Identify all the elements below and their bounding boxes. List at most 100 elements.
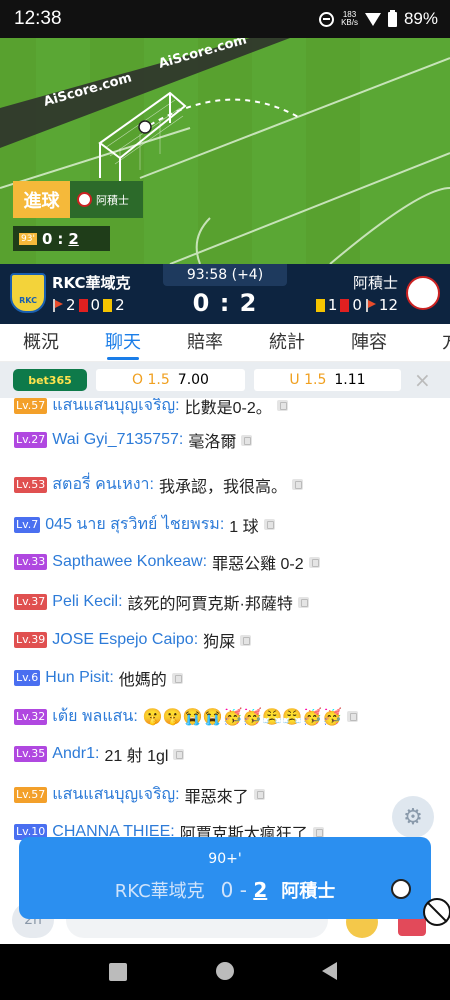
recent-apps-icon[interactable]: [109, 963, 127, 981]
user-level-badge: Lv.57: [14, 398, 48, 414]
tab-overview[interactable]: 概況: [0, 324, 82, 361]
report-icon[interactable]: [171, 672, 183, 684]
username-separator: :: [118, 593, 123, 610]
away-team-logo[interactable]: [406, 276, 440, 310]
user-level-badge: Lv.27: [14, 432, 48, 448]
toast-dash: -: [239, 878, 247, 902]
home-team-logo[interactable]: RKC: [10, 273, 46, 313]
chat-message[interactable]: Lv.57 แสนแสนบุญเจริญ: 比數是0-2。: [14, 398, 288, 418]
battery-percent: 89%: [403, 9, 438, 28]
chat-text: 比數是0-2。: [184, 399, 272, 417]
user-level-badge: Lv.35: [14, 746, 48, 762]
goal-team: 阿積士: [70, 181, 143, 218]
username-separator: :: [178, 431, 184, 448]
report-icon[interactable]: [173, 748, 185, 760]
toast-score-row: RKC華域克 0 - 2 阿積士: [19, 877, 431, 903]
corner-flag-icon: [365, 298, 376, 312]
chat-username[interactable]: Andr1: [52, 745, 95, 763]
chat-username[interactable]: เต้ย พลแสน: [52, 704, 133, 729]
chat-username[interactable]: JOSE Espejo Caipo: [52, 631, 193, 649]
tab-stats[interactable]: 統計: [246, 324, 328, 361]
chat-username[interactable]: 045 นาย สุรวิทย์ ไชยพรม: [45, 512, 220, 537]
chat-settings-button[interactable]: ⚙: [392, 796, 434, 838]
chat-text: 1 球: [229, 518, 259, 536]
over-odds[interactable]: O 1.5 7.00: [96, 369, 245, 391]
yellow-card-icon: [315, 298, 325, 312]
tab-odds[interactable]: 賠率: [164, 324, 246, 361]
back-icon[interactable]: [322, 962, 337, 980]
home-logo-text: RKC: [19, 296, 37, 305]
report-icon[interactable]: [312, 826, 324, 838]
under-label: U 1.5: [289, 372, 327, 388]
chat-username[interactable]: แสนแสนบุญเจริญ: [52, 398, 175, 418]
chat-message[interactable]: Lv.33 Sapthawee Konkeaw: 罪惡公雞 0-2: [14, 550, 320, 574]
report-icon[interactable]: [308, 556, 320, 568]
user-level-badge: Lv.6: [14, 670, 41, 686]
goal-event-tag: 進球 阿積士: [13, 181, 143, 218]
chat-username[interactable]: Wai Gyi_7135757: [52, 431, 179, 449]
chat-message[interactable]: Lv.32 เต้ย พลแสน: 🤫🤫😭😭🥳🥳😤😤🥳🥳: [14, 704, 358, 729]
close-odds-icon[interactable]: ×: [414, 368, 431, 392]
username-separator: :: [149, 475, 154, 493]
report-icon[interactable]: [276, 400, 288, 411]
chat-message[interactable]: Lv.7 045 นาย สุรวิทย์ ไชยพรม:1 球: [14, 512, 275, 537]
chat-message[interactable]: Lv.39 JOSE Espejo Caipo: 狗屎: [14, 628, 252, 652]
chat-username[interactable]: แสนแสนบุญเจริญ: [52, 782, 175, 807]
status-time: 12:38: [14, 8, 62, 29]
tab-lineup[interactable]: 陣容: [328, 324, 410, 361]
tab-chat[interactable]: 聊天: [82, 324, 164, 361]
status-icons: 183 KB/s 89%: [319, 9, 438, 29]
report-icon[interactable]: [241, 434, 253, 446]
goal-team-name: 阿積士: [96, 193, 129, 207]
battery-icon: [387, 9, 397, 27]
report-icon[interactable]: [292, 479, 304, 490]
over-label: O 1.5: [132, 372, 170, 388]
away-corners: 12: [378, 296, 398, 314]
report-icon[interactable]: [253, 789, 265, 800]
home-corners: 2: [66, 296, 76, 314]
chat-message[interactable]: Lv.53 สตอรี่ คนเหงา: 我承認，我很高。: [14, 472, 304, 497]
match-tabs: 概況 聊天 賠率 統計 陣容 方: [0, 324, 450, 362]
report-icon[interactable]: [240, 634, 252, 646]
bookmaker-badge[interactable]: bet365: [13, 369, 87, 391]
report-icon[interactable]: [263, 519, 275, 530]
match-score: 0 : 2: [192, 289, 258, 317]
away-team-name[interactable]: 阿積士: [353, 272, 398, 293]
home-icon[interactable]: [216, 962, 234, 980]
chat-list[interactable]: Lv.57 แสนแสนบุญเจริญ: 比數是0-2。 Lv.27 Wai Gyi_…: [0, 398, 450, 848]
toast-away-team: 阿積士: [281, 881, 336, 902]
chat-message[interactable]: Lv.57 แสนแสนบุญเจริญ: 罪惡來了: [14, 782, 265, 807]
away-team-stats: 1 0 12: [315, 296, 398, 314]
chat-message[interactable]: Lv.35 Andr1:21 射 1gl: [14, 742, 185, 766]
chat-message[interactable]: Lv.6 Hun Pisit: 他媽的: [14, 666, 183, 690]
chat-username[interactable]: Peli Kecil: [52, 593, 118, 611]
mini-home-goals: 0: [41, 229, 53, 248]
match-animation[interactable]: AiScore.com AiScore.com 進球 阿積士 93' 0: 2: [0, 38, 450, 264]
report-icon[interactable]: [347, 711, 358, 722]
score-header: RKC RKC華域克 2 0 2 93:58 (+4) 0 : 2 阿積士 1 …: [0, 264, 450, 324]
football-icon: [391, 879, 411, 899]
home-team-name[interactable]: RKC華域克: [52, 272, 131, 293]
username-separator: :: [175, 398, 180, 414]
tab-more[interactable]: 方: [410, 324, 450, 361]
mute-icon[interactable]: [423, 898, 450, 926]
toast-home-goals: 0: [220, 878, 234, 902]
home-red-cards: 0: [90, 296, 101, 314]
mini-score-sep: :: [57, 229, 64, 248]
chat-text: 毫洛爾: [188, 434, 237, 451]
chat-username[interactable]: Hun Pisit: [45, 669, 109, 687]
user-level-badge: Lv.33: [14, 554, 48, 570]
user-level-badge: Lv.7: [14, 516, 41, 533]
system-nav-bar: [0, 944, 450, 1000]
chat-username[interactable]: Sapthawee Konkeaw: [52, 553, 202, 571]
username-separator: :: [175, 785, 180, 803]
home-yellow-cards: 2: [115, 296, 125, 314]
goal-toast[interactable]: 90+' RKC華域克 0 - 2 阿積士: [19, 837, 431, 919]
report-icon[interactable]: [297, 596, 309, 608]
chat-message[interactable]: Lv.37 Peli Kecil: 該死的阿賈克斯·邦薩特: [14, 590, 309, 614]
under-odds[interactable]: U 1.5 1.11: [254, 369, 401, 391]
chat-username[interactable]: สตอรี่ คนเหงา: [52, 472, 149, 497]
chat-message[interactable]: Lv.27 Wai Gyi_7135757: 毫洛爾: [14, 428, 253, 452]
chat-text: 罪惡來了: [184, 788, 249, 806]
over-value: 7.00: [177, 372, 209, 388]
